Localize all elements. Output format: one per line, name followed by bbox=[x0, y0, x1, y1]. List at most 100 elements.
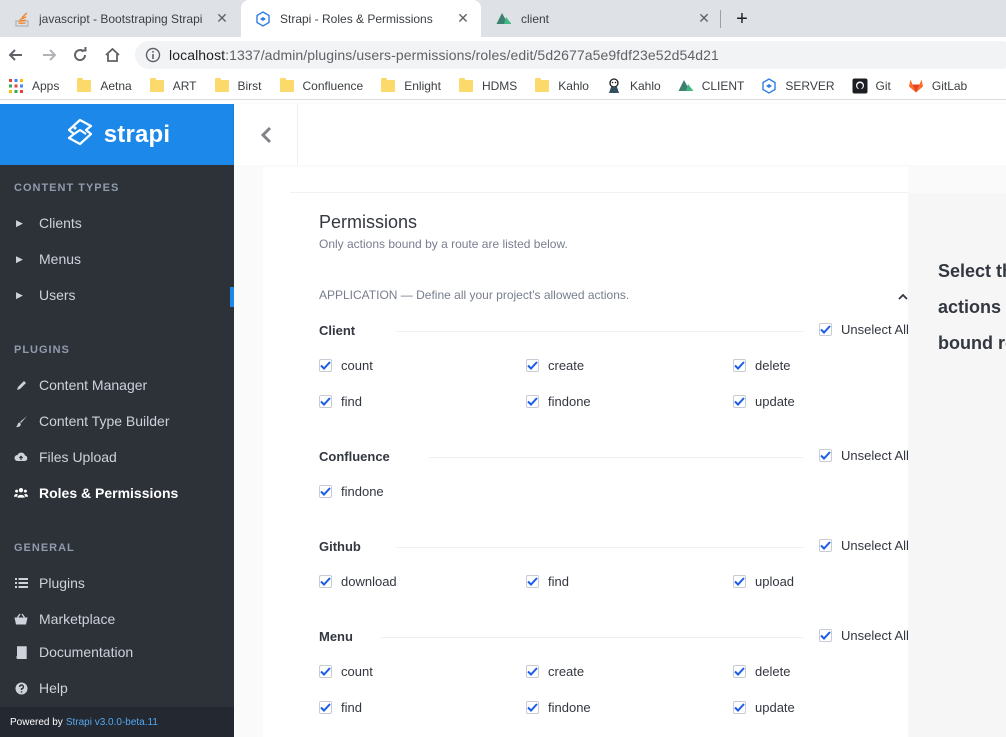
new-tab-plus-icon[interactable]: + bbox=[731, 8, 753, 30]
bookmark-aetna[interactable]: Aetna bbox=[76, 77, 132, 94]
permission-client-create[interactable]: create bbox=[526, 358, 584, 373]
permission-menu-create[interactable]: create bbox=[526, 664, 584, 679]
sidebar-item-help[interactable]: Help bbox=[0, 670, 234, 706]
checkbox[interactable] bbox=[819, 629, 832, 642]
unselect-all-client[interactable]: Unselect All bbox=[819, 322, 909, 337]
bookmark-kahlo-folder[interactable]: Kahlo bbox=[534, 77, 589, 94]
permission-client-update[interactable]: update bbox=[733, 394, 795, 409]
checkbox[interactable] bbox=[319, 359, 332, 372]
bookmark-git[interactable]: Git bbox=[852, 78, 891, 94]
permission-menu-find[interactable]: find bbox=[319, 700, 362, 715]
bookmark-birst[interactable]: Birst bbox=[214, 77, 262, 94]
checkbox[interactable] bbox=[733, 359, 746, 372]
checkbox[interactable] bbox=[819, 323, 832, 336]
checkbox[interactable] bbox=[526, 395, 539, 408]
sidebar-item-documentation[interactable]: Documentation bbox=[0, 634, 234, 670]
browser-tab-stackoverflow[interactable]: javascript - Bootstraping Strapi R ✕ bbox=[0, 0, 240, 37]
sidebar-item-menus[interactable]: ▶ Menus bbox=[0, 241, 234, 277]
info-icon[interactable] bbox=[145, 47, 161, 63]
bookmark-art[interactable]: ART bbox=[149, 77, 197, 94]
url-text: localhost:1337/admin/plugins/users-permi… bbox=[169, 47, 719, 63]
application-header[interactable]: Application — Define all your project's … bbox=[319, 288, 629, 302]
checkbox[interactable] bbox=[526, 359, 539, 372]
checkbox[interactable] bbox=[526, 575, 539, 588]
close-icon[interactable]: ✕ bbox=[455, 10, 471, 27]
back-button[interactable] bbox=[234, 104, 298, 165]
checkbox[interactable] bbox=[733, 395, 746, 408]
sidebar-item-marketplace[interactable]: Marketplace bbox=[0, 601, 234, 637]
permission-client-find[interactable]: find bbox=[319, 394, 362, 409]
bookmark-client[interactable]: CLIENT bbox=[678, 78, 744, 94]
address-bar[interactable]: localhost:1337/admin/plugins/users-permi… bbox=[135, 41, 1006, 69]
sidebar-item-label: Help bbox=[39, 680, 68, 696]
sidebar-item-plugins[interactable]: Plugins bbox=[0, 565, 234, 601]
unselect-all-github[interactable]: Unselect All bbox=[819, 538, 909, 553]
checkbox[interactable] bbox=[819, 449, 832, 462]
permission-client-count[interactable]: count bbox=[319, 358, 373, 373]
stackoverflow-icon bbox=[14, 11, 30, 27]
permission-label: count bbox=[341, 664, 373, 679]
browser-tab-strapi[interactable]: Strapi - Roles & Permissions ✕ bbox=[241, 0, 481, 37]
checkbox[interactable] bbox=[819, 539, 832, 552]
permission-menu-count[interactable]: count bbox=[319, 664, 373, 679]
unselect-all-confluence[interactable]: Unselect All bbox=[819, 448, 909, 463]
sidebar-item-content-manager[interactable]: Content Manager bbox=[0, 367, 234, 403]
sidebar-item-files-upload[interactable]: Files Upload bbox=[0, 439, 234, 475]
checkbox[interactable] bbox=[526, 701, 539, 714]
strapi-version-link[interactable]: Strapi v3.0.0-beta.11 bbox=[66, 717, 158, 728]
folder-icon bbox=[380, 77, 396, 94]
close-icon[interactable]: ✕ bbox=[696, 10, 712, 27]
permission-github-find[interactable]: find bbox=[526, 574, 569, 589]
group-divider bbox=[429, 457, 803, 458]
back-arrow-icon[interactable] bbox=[4, 43, 28, 67]
home-icon[interactable] bbox=[100, 43, 124, 67]
checkbox[interactable] bbox=[733, 575, 746, 588]
group-name-confluence: Confluence bbox=[319, 449, 390, 464]
permission-github-upload[interactable]: upload bbox=[733, 574, 794, 589]
book-icon bbox=[14, 645, 28, 659]
checkbox[interactable] bbox=[319, 575, 332, 588]
sidebar-item-users[interactable]: ▶ Users bbox=[0, 277, 234, 313]
permission-client-findone[interactable]: findone bbox=[526, 394, 591, 409]
policies-panel: Select th actions a bound ro bbox=[908, 193, 1006, 737]
permission-client-delete[interactable]: delete bbox=[733, 358, 790, 373]
permission-github-download[interactable]: download bbox=[319, 574, 397, 589]
bookmark-apps[interactable]: Apps bbox=[8, 78, 59, 94]
basket-icon bbox=[14, 612, 28, 626]
unselect-all-menu[interactable]: Unselect All bbox=[819, 628, 909, 643]
checkbox[interactable] bbox=[319, 665, 332, 678]
checkbox[interactable] bbox=[319, 485, 332, 498]
unselect-all-label: Unselect All bbox=[841, 322, 909, 337]
folder-icon bbox=[279, 77, 295, 94]
bookmark-gitlab[interactable]: GitLab bbox=[908, 78, 967, 94]
brand-header[interactable]: strapi bbox=[0, 104, 234, 165]
forward-arrow-icon[interactable] bbox=[37, 43, 61, 67]
checkbox[interactable] bbox=[526, 665, 539, 678]
reload-icon[interactable] bbox=[68, 43, 92, 67]
checkbox[interactable] bbox=[319, 701, 332, 714]
sidebar-item-clients[interactable]: ▶ Clients bbox=[0, 205, 234, 241]
bookmark-confluence[interactable]: Confluence bbox=[279, 77, 364, 94]
sidebar-item-roles-permissions[interactable]: Roles & Permissions bbox=[0, 475, 234, 511]
folder-icon bbox=[458, 77, 474, 94]
permission-menu-findone[interactable]: findone bbox=[526, 700, 591, 715]
close-icon[interactable]: ✕ bbox=[214, 10, 230, 27]
permission-menu-delete[interactable]: delete bbox=[733, 664, 790, 679]
bookmark-hdms[interactable]: HDMS bbox=[458, 77, 517, 94]
policies-hint-line: Select th bbox=[938, 261, 1006, 281]
strapi-icon bbox=[255, 10, 271, 27]
checkbox[interactable] bbox=[733, 665, 746, 678]
sidebar-item-content-type-builder[interactable]: Content Type Builder bbox=[0, 403, 234, 439]
bookmark-label: Confluence bbox=[302, 78, 364, 93]
list-icon bbox=[14, 576, 28, 590]
browser-tab-client[interactable]: client ✕ bbox=[482, 0, 722, 37]
checkbox[interactable] bbox=[733, 701, 746, 714]
permission-menu-update[interactable]: update bbox=[733, 700, 795, 715]
checkbox[interactable] bbox=[319, 395, 332, 408]
permission-confluence-findone[interactable]: findone bbox=[319, 484, 384, 499]
bookmark-server[interactable]: SERVER bbox=[761, 77, 835, 94]
bookmark-enlight[interactable]: Enlight bbox=[380, 77, 441, 94]
bookmark-kahlo-jenkins[interactable]: Kahlo bbox=[606, 77, 661, 94]
paintbrush-icon bbox=[14, 414, 28, 428]
permissions-subtitle: Only actions bound by a route are listed… bbox=[319, 237, 568, 251]
